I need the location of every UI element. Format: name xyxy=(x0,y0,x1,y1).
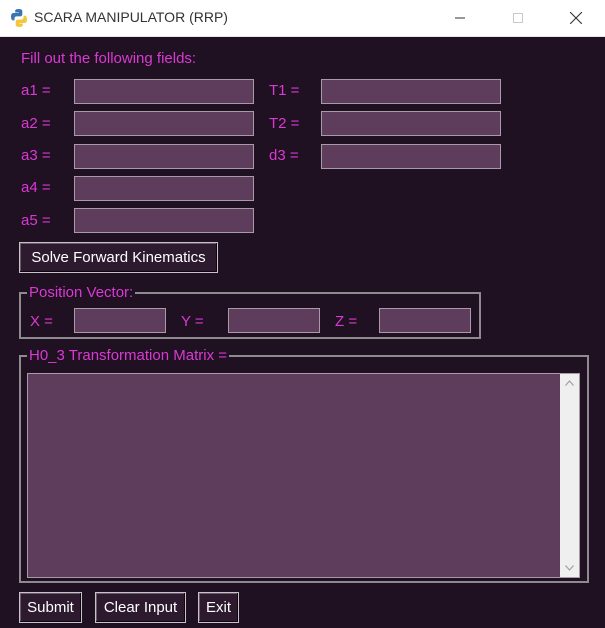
solve-forward-kinematics-button[interactable]: Solve Forward Kinematics xyxy=(19,242,218,273)
a5-field[interactable] xyxy=(74,208,254,233)
a3-field[interactable] xyxy=(74,144,254,169)
matrix-content xyxy=(28,374,579,382)
z-label: Z = xyxy=(335,313,358,330)
minimize-icon xyxy=(455,17,465,19)
matrix-scrollbar[interactable] xyxy=(560,374,579,577)
python-icon xyxy=(9,8,29,28)
chevron-down-icon xyxy=(565,565,574,571)
position-vector-legend: Position Vector: xyxy=(29,284,134,301)
maximize-button[interactable] xyxy=(495,0,541,36)
chevron-up-icon xyxy=(565,380,574,386)
a4-label: a4 = xyxy=(21,179,51,196)
clear-input-button[interactable]: Clear Input xyxy=(95,592,186,623)
x-field[interactable] xyxy=(74,308,166,333)
form-heading: Fill out the following fields: xyxy=(21,50,197,67)
maximize-icon xyxy=(513,13,523,23)
t2-label: T2 = xyxy=(269,115,300,132)
a4-field[interactable] xyxy=(74,176,254,201)
t2-field[interactable] xyxy=(321,111,501,136)
title-bar: SCARA MANIPULATOR (RRP) xyxy=(0,0,605,37)
z-field[interactable] xyxy=(379,308,471,333)
y-label: Y = xyxy=(181,313,204,330)
window-title: SCARA MANIPULATOR (RRP) xyxy=(34,9,228,25)
d3-field[interactable] xyxy=(321,144,501,169)
a1-label: a1 = xyxy=(21,82,51,99)
close-icon xyxy=(570,12,582,24)
a5-label: a5 = xyxy=(21,212,51,229)
close-button[interactable] xyxy=(553,0,599,36)
a2-field[interactable] xyxy=(74,111,254,136)
t1-field[interactable] xyxy=(321,79,501,104)
exit-button[interactable]: Exit xyxy=(198,592,239,623)
matrix-text-area[interactable] xyxy=(27,373,580,578)
scroll-down-button[interactable] xyxy=(560,559,579,577)
d3-label: d3 = xyxy=(269,147,299,164)
scroll-up-button[interactable] xyxy=(560,374,579,392)
x-label: X = xyxy=(30,313,53,330)
a2-label: a2 = xyxy=(21,115,51,132)
a3-label: a3 = xyxy=(21,147,51,164)
t1-label: T1 = xyxy=(269,82,300,99)
minimize-button[interactable] xyxy=(437,0,483,36)
y-field[interactable] xyxy=(228,308,320,333)
transformation-matrix-legend: H0_3 Transformation Matrix = xyxy=(29,347,227,364)
a1-field[interactable] xyxy=(74,79,254,104)
submit-button[interactable]: Submit xyxy=(19,592,82,623)
